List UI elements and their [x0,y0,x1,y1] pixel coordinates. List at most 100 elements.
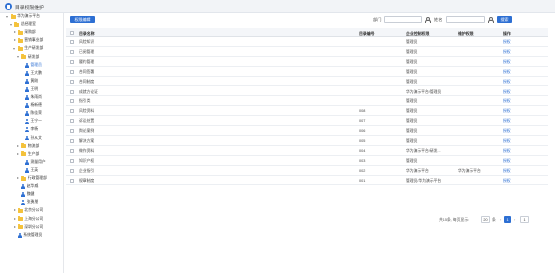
tree-folder-node[interactable]: 生产部 [16,151,39,158]
cell-catalog-name: 合同签署 [79,69,95,74]
page-jump-input[interactable]: 1 [520,216,529,223]
authorize-link[interactable]: 授权 [503,99,511,104]
page-size-select[interactable]: 20 [481,216,490,223]
tree-node-label: 营销事业部 [24,38,44,43]
tree-user-node[interactable]: 孙从文 [20,135,42,142]
prev-page-icon[interactable]: ‹ [500,218,501,222]
caret-right-icon[interactable] [13,29,17,36]
cell-catalog-code: 002 [359,168,366,173]
row-checkbox[interactable] [70,148,74,153]
authorize-link[interactable]: 授权 [503,149,511,154]
tree-node-label: 深圳分公司 [24,224,44,229]
caret-right-icon[interactable] [13,216,17,223]
row-checkbox[interactable] [70,158,74,163]
tree-folder-node[interactable]: 上海分公司 [13,216,43,223]
user-picker-icon[interactable] [488,17,494,23]
name-input[interactable] [446,16,485,23]
tree-folder-node[interactable]: 营销事业部 [13,37,43,44]
tree-node-label: 魏健 [26,192,35,197]
tree-folder-node[interactable]: 研发部 [16,54,39,61]
caret-right-icon[interactable] [13,224,17,231]
authorize-link[interactable]: 授权 [503,119,511,124]
next-page-icon[interactable]: › [514,218,515,222]
tree-node-label: 测量用户 [30,159,46,164]
tree-folder-node[interactable]: 物流部 [16,143,39,150]
authorize-link[interactable]: 授权 [503,179,511,184]
tree-user-node[interactable]: 管理员 [20,62,42,69]
tree-folder-node[interactable]: 行政管理部 [16,175,47,182]
tree-user-node[interactable]: 杨新德 [20,102,42,109]
dept-input[interactable] [384,16,422,23]
tree-user-node[interactable]: 测量用户 [20,159,46,166]
row-checkbox[interactable] [70,168,74,173]
caret-down-icon[interactable] [6,13,10,20]
row-checkbox[interactable] [70,59,74,64]
authorize-link[interactable]: 授权 [503,40,511,45]
tree-user-node[interactable]: 黄刚 [20,78,38,85]
tree-user-node[interactable]: 陈佳荣 [20,110,42,117]
authorize-link[interactable]: 授权 [503,50,511,55]
tree-folder-node[interactable]: 华为演示平台 [6,13,40,20]
user-picker-icon[interactable] [425,17,431,23]
tree-node-label: 生产研发部 [24,46,44,51]
cell-catalog-name: 风险知识 [79,40,95,44]
row-checkbox[interactable] [70,89,74,94]
tree-user-node[interactable]: 王明 [20,86,38,93]
table-row: 舆论案例 006 管理员 授权 [66,126,548,136]
row-checkbox[interactable] [70,40,74,44]
tree-user-node[interactable]: 王大鹏 [20,70,42,77]
current-page-button[interactable]: 1 [504,216,511,223]
authorize-link[interactable]: 授权 [503,129,511,134]
tree-node-label: 黄刚 [30,78,39,83]
tree-user-node[interactable]: 系统管理员 [13,232,42,239]
cell-control-permission: 管理员 [406,99,418,104]
row-checkbox[interactable] [70,99,74,104]
tree-user-node[interactable]: 李杨 [20,126,38,133]
tree-user-node[interactable]: 王宁一 [20,118,42,125]
cell-catalog-name: 履约管理 [79,59,95,64]
tree-folder-node[interactable]: 深圳分公司 [13,224,43,231]
tree-user-node[interactable]: 赵华威 [16,183,38,190]
caret-down-icon[interactable] [16,54,20,61]
caret-right-icon[interactable] [16,175,20,182]
tree-user-node[interactable]: 魏健 [16,191,34,198]
row-checkbox[interactable] [70,178,74,183]
authorize-link[interactable]: 授权 [503,90,511,95]
authorize-link[interactable]: 授权 [503,70,511,75]
authorize-link[interactable]: 授权 [503,60,511,65]
caret-down-icon[interactable] [13,45,17,52]
caret-right-icon[interactable] [16,143,20,150]
user-icon [25,70,29,76]
row-checkbox[interactable] [70,119,74,124]
caret-right-icon[interactable] [13,207,17,214]
row-checkbox[interactable] [70,139,74,143]
tree-user-node[interactable]: 朱雨尚 [20,94,42,101]
authorize-link[interactable]: 授权 [503,109,511,114]
row-checkbox[interactable] [70,129,74,134]
authorize-link[interactable]: 授权 [503,139,511,144]
authorize-link[interactable]: 授权 [503,159,511,164]
row-checkbox[interactable] [70,109,74,114]
table-row: 风险资料 008 管理员 授权 [66,106,548,117]
permission-edit-button[interactable]: 权限编辑 [70,16,95,23]
select-all-checkbox[interactable] [70,30,74,35]
authorize-link[interactable]: 授权 [503,169,511,174]
caret-down-icon[interactable] [9,21,13,28]
tree-user-node[interactable]: 王英 [20,167,38,174]
cell-control-permission: 华为演示平台/研发... [406,148,441,153]
caret-right-icon[interactable] [16,151,20,158]
tree-folder-node[interactable]: 北京分公司 [13,207,43,214]
caret-right-icon[interactable] [13,37,17,44]
authorize-link[interactable]: 授权 [503,80,511,85]
search-button[interactable]: 搜索 [497,16,512,23]
row-checkbox[interactable] [70,79,74,84]
tree-folder-node[interactable]: 总经理室 [9,21,36,28]
tree-folder-node[interactable]: 采购部 [13,29,36,36]
row-checkbox[interactable] [70,69,74,74]
tree-user-node[interactable]: 张勇朋 [16,199,38,206]
row-checkbox[interactable] [70,49,74,54]
user-icon [17,232,22,238]
tree-folder-node[interactable]: 生产研发部 [13,45,43,52]
